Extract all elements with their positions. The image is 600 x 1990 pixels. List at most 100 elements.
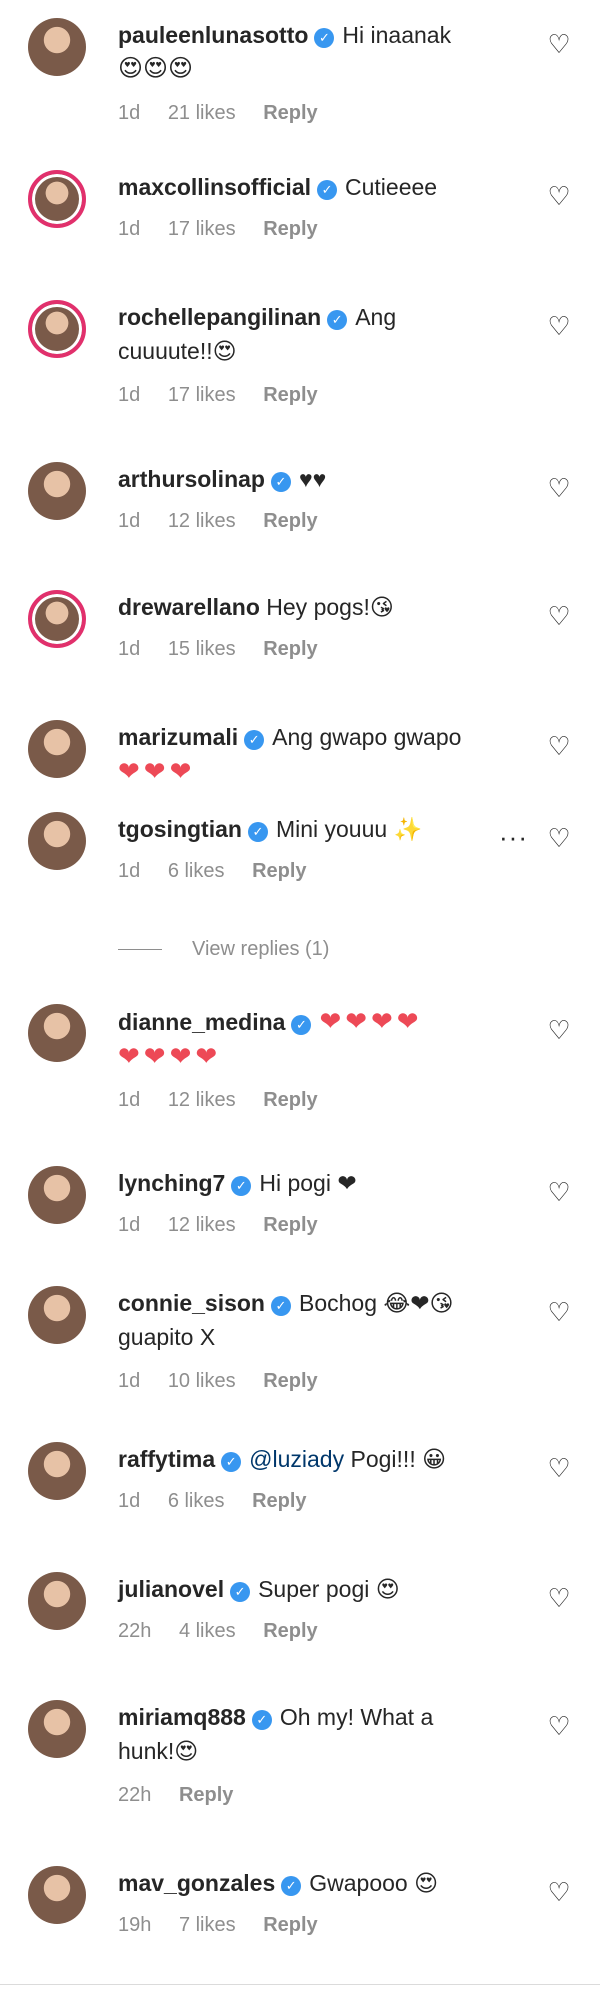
- like-heart-icon[interactable]: ♡: [546, 1879, 572, 1905]
- username[interactable]: miriamq888: [118, 1704, 246, 1730]
- timestamp: 22h: [118, 1620, 152, 1642]
- avatar[interactable]: [28, 462, 86, 520]
- likes-count[interactable]: 10 likes: [168, 1370, 236, 1392]
- comment-text: Cutieeee: [345, 174, 438, 200]
- comment-text: Hey pogs!😘: [266, 594, 394, 620]
- likes-count[interactable]: 4 likes: [179, 1620, 236, 1642]
- reply-button[interactable]: Reply: [263, 1089, 317, 1111]
- comment-text: Hi pogi ❤: [259, 1170, 357, 1196]
- reply-button[interactable]: Reply: [263, 384, 317, 406]
- like-heart-icon[interactable]: ♡: [546, 1179, 572, 1205]
- avatar[interactable]: [28, 1286, 86, 1344]
- like-heart-icon[interactable]: ♡: [546, 603, 572, 629]
- comment-body: marizumali ✓ Ang gwapo gwapo ❤❤❤: [118, 720, 530, 788]
- reply-button[interactable]: Reply: [263, 1620, 317, 1642]
- like-heart-icon[interactable]: ♡: [546, 825, 572, 851]
- likes-count[interactable]: 6 likes: [168, 860, 225, 882]
- more-options-icon[interactable]: ···: [499, 822, 528, 853]
- like-heart-icon[interactable]: ♡: [546, 1455, 572, 1481]
- reply-button[interactable]: Reply: [263, 1370, 317, 1392]
- verified-badge-icon: ✓: [270, 472, 291, 492]
- comment-body: raffytima ✓ @luziady Pogi!!! 😀 1d 6 likes …: [118, 1442, 530, 1513]
- timestamp: 1d: [118, 1490, 141, 1512]
- verified-badge-icon: ✓: [230, 1582, 251, 1602]
- comment-text-continued: cuuuute!!😍: [118, 338, 237, 364]
- likes-count[interactable]: 21 likes: [168, 102, 236, 124]
- avatar[interactable]: [28, 300, 86, 358]
- username[interactable]: arthursolinap: [118, 466, 265, 492]
- avatar[interactable]: [28, 1004, 86, 1062]
- like-heart-icon[interactable]: ♡: [546, 1713, 572, 1739]
- reply-button[interactable]: Reply: [263, 1914, 317, 1936]
- comment-body: maxcollinsofficial ✓ Cutieeee 1d 17 likes …: [118, 170, 530, 241]
- comment-body: arthursolinap ✓ ♥♥ 1d 12 likes Reply: [118, 462, 530, 533]
- comment-body: connie_sison ✓ Bochog 😂❤😘 guapito X 1d 10 …: [118, 1286, 530, 1393]
- reply-button[interactable]: Reply: [263, 102, 317, 124]
- username[interactable]: lynching7: [118, 1170, 225, 1196]
- likes-count[interactable]: 15 likes: [168, 638, 236, 660]
- avatar[interactable]: [28, 1166, 86, 1224]
- reply-button[interactable]: Reply: [263, 638, 317, 660]
- like-heart-icon[interactable]: ♡: [546, 1017, 572, 1043]
- username[interactable]: dianne_medina: [118, 1009, 285, 1035]
- like-heart-icon[interactable]: ♡: [546, 475, 572, 501]
- verified-badge-icon: ✓: [314, 28, 335, 48]
- avatar[interactable]: [28, 720, 86, 778]
- reply-button[interactable]: Reply: [179, 1784, 233, 1806]
- username[interactable]: mav_gonzales: [118, 1870, 275, 1896]
- avatar[interactable]: [28, 18, 86, 76]
- verified-badge-icon: ✓: [317, 180, 338, 200]
- comment-body: miriamq888 ✓ Oh my! What a hunk!😍 22h Repl…: [118, 1700, 530, 1807]
- reply-button[interactable]: Reply: [252, 1490, 306, 1512]
- username[interactable]: pauleenlunasotto: [118, 22, 308, 48]
- comment-meta: 1d 12 likes Reply: [118, 1089, 530, 1112]
- avatar[interactable]: [28, 1572, 86, 1630]
- like-heart-icon[interactable]: ♡: [546, 1299, 572, 1325]
- comment-body: rochellepangilinan ✓ Ang cuuuute!!😍 1d 17 …: [118, 300, 530, 407]
- like-heart-icon[interactable]: ♡: [546, 733, 572, 759]
- username[interactable]: drewarellano: [118, 594, 260, 620]
- timestamp: 1d: [118, 102, 141, 124]
- likes-count[interactable]: 12 likes: [168, 1089, 236, 1111]
- username[interactable]: rochellepangilinan: [118, 304, 321, 330]
- likes-count[interactable]: 7 likes: [179, 1914, 236, 1936]
- comment-text-continued: ❤❤❤❤: [118, 1041, 222, 1071]
- verified-badge-icon: ✓: [221, 1452, 242, 1472]
- likes-count[interactable]: 6 likes: [168, 1490, 225, 1512]
- like-heart-icon[interactable]: ♡: [546, 31, 572, 57]
- avatar[interactable]: [28, 170, 86, 228]
- avatar[interactable]: [28, 1442, 86, 1500]
- username[interactable]: marizumali: [118, 724, 238, 750]
- view-replies-button[interactable]: View replies (1): [118, 938, 329, 961]
- timestamp: 1d: [118, 1089, 141, 1111]
- username[interactable]: julianovel: [118, 1576, 224, 1602]
- like-heart-icon[interactable]: ♡: [546, 183, 572, 209]
- like-heart-icon[interactable]: ♡: [546, 313, 572, 339]
- like-heart-icon[interactable]: ♡: [546, 1585, 572, 1611]
- likes-count[interactable]: 12 likes: [168, 510, 236, 532]
- timestamp: 1d: [118, 510, 141, 532]
- reply-button[interactable]: Reply: [263, 1214, 317, 1236]
- timestamp: 22h: [118, 1784, 152, 1806]
- verified-badge-icon: ✓: [251, 1710, 272, 1730]
- divider: [0, 1984, 600, 1985]
- timestamp: 1d: [118, 860, 141, 882]
- comment-body: dianne_medina ✓ ❤❤❤❤ ❤❤❤❤ 1d 12 likes Repl…: [118, 1004, 530, 1112]
- username[interactable]: tgosingtian: [118, 816, 242, 842]
- reply-button[interactable]: Reply: [263, 510, 317, 532]
- username[interactable]: raffytima: [118, 1446, 215, 1472]
- reply-button[interactable]: Reply: [252, 860, 306, 882]
- comment-text: Mini youuu ✨: [275, 816, 423, 842]
- likes-count[interactable]: 17 likes: [168, 384, 236, 406]
- username[interactable]: maxcollinsofficial: [118, 174, 311, 200]
- likes-count[interactable]: 12 likes: [168, 1214, 236, 1236]
- avatar[interactable]: [28, 812, 86, 870]
- comment-meta: 22h Reply: [118, 1784, 530, 1807]
- username[interactable]: connie_sison: [118, 1290, 265, 1316]
- avatar[interactable]: [28, 1700, 86, 1758]
- avatar[interactable]: [28, 590, 86, 648]
- likes-count[interactable]: 17 likes: [168, 218, 236, 240]
- avatar[interactable]: [28, 1866, 86, 1924]
- mention-link[interactable]: @luziady: [249, 1446, 344, 1472]
- reply-button[interactable]: Reply: [263, 218, 317, 240]
